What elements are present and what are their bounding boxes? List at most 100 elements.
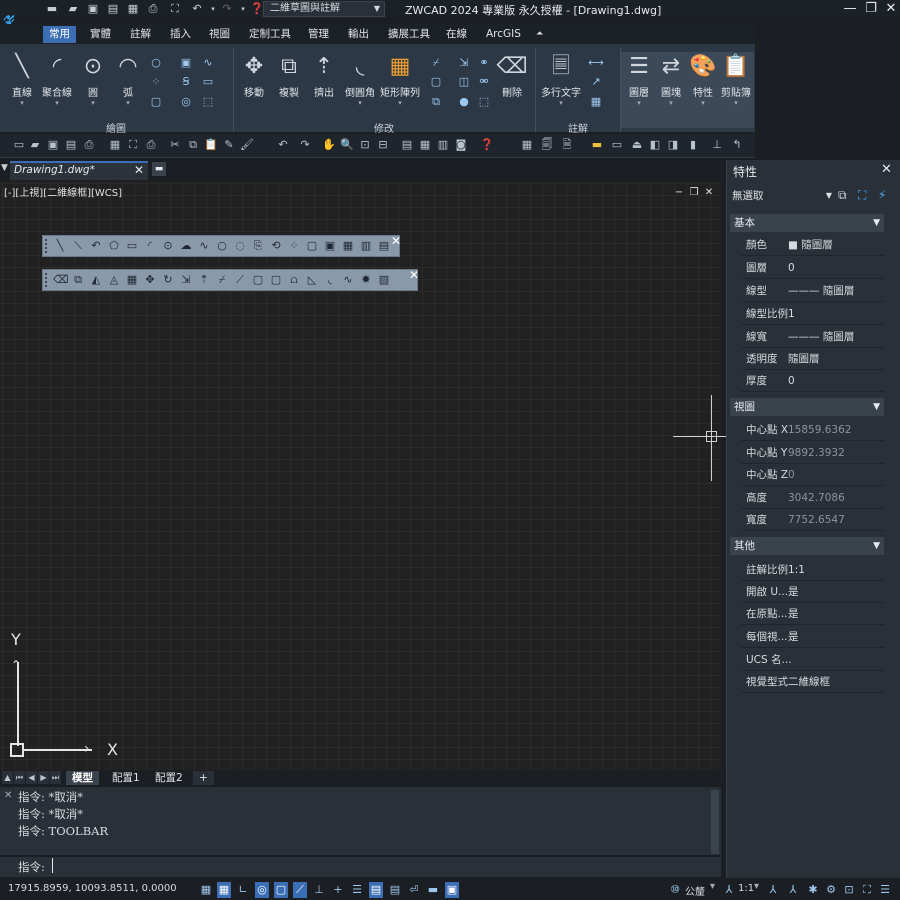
- redo-dropdown-icon[interactable]: ▾: [236, 2, 250, 16]
- move-icon[interactable]: ✥: [143, 273, 157, 287]
- copy-button[interactable]: ⧉ 複製: [269, 52, 309, 99]
- units-label[interactable]: 公釐: [685, 883, 705, 898]
- nav-up-icon[interactable]: ▲: [2, 771, 13, 784]
- revcloud-icon[interactable]: ☁: [179, 239, 193, 253]
- tab-model[interactable]: 模型: [66, 771, 99, 785]
- fillet-button[interactable]: ◟ 倒圓角 ▾: [340, 52, 380, 107]
- settings-gear-icon[interactable]: ⚙: [824, 882, 838, 898]
- workspace-switch-icon[interactable]: ✱: [806, 882, 820, 898]
- restore-viewport-icon[interactable]: ❐: [688, 187, 700, 199]
- workspace-dropdown[interactable]: 二維草圖與註解 ▼: [263, 1, 385, 17]
- chevron-down-icon[interactable]: ▾: [710, 881, 715, 892]
- arc-button[interactable]: ◠ 弧 ▾: [108, 52, 148, 107]
- property-row[interactable]: 厚度 0: [741, 370, 884, 392]
- polygon-icon[interactable]: ⬠: [107, 239, 121, 253]
- property-row[interactable]: 顏色 ■ 隨圖層: [741, 234, 884, 256]
- quick-properties-icon[interactable]: ▤: [388, 882, 402, 898]
- ucs-icon[interactable]: ↰: [730, 137, 744, 153]
- rotate-icon[interactable]: ↻: [161, 273, 175, 287]
- section-general[interactable]: 基本 ▼: [730, 214, 884, 232]
- auto-scale-icon[interactable]: ⅄: [786, 882, 800, 898]
- tab-home[interactable]: 常用: [43, 26, 76, 43]
- section-misc[interactable]: 其他 ▼: [730, 537, 884, 555]
- open-folder-icon[interactable]: ▰: [66, 2, 80, 16]
- layer-walk-icon[interactable]: ⏏: [630, 137, 644, 153]
- stretch-icon[interactable]: ⇲: [456, 55, 472, 71]
- brush-icon[interactable]: 🖌: [240, 137, 254, 153]
- ducs-icon[interactable]: ⊥: [312, 882, 326, 898]
- property-row[interactable]: 高度 3042.7086: [741, 487, 884, 509]
- plot-icon[interactable]: ⎙: [144, 137, 158, 153]
- undo-icon[interactable]: ↶: [190, 2, 204, 16]
- redo-icon[interactable]: ↷: [298, 137, 312, 153]
- gradient-icon[interactable]: ▣: [323, 239, 337, 253]
- units-icon[interactable]: ⑩: [668, 882, 682, 898]
- ellipse-icon[interactable]: ○: [148, 55, 164, 71]
- sheet-set-icon[interactable]: ◙: [454, 137, 468, 153]
- hardware-accel-icon[interactable]: ⊡: [842, 882, 856, 898]
- publish-icon[interactable]: ⛶: [126, 137, 140, 153]
- floating-modify-toolbar[interactable]: ⌫ ⧉ ◭ ◬ ▦ ✥ ↻ ⇲ ⇡ ⌿ ⟋ ▢ ▢ ⩍ ◺ ◟ ∿ ✸ ▧ ✕: [42, 268, 419, 291]
- arc-icon[interactable]: ◜: [143, 239, 157, 253]
- annotation-monitor-icon[interactable]: ▬: [426, 882, 440, 898]
- table-icon[interactable]: ▦: [588, 94, 604, 110]
- property-row[interactable]: 中心點 X 15859.6362: [741, 419, 884, 441]
- open-icon[interactable]: ▰: [28, 137, 42, 153]
- layer-freeze-icon[interactable]: ▮: [686, 137, 700, 153]
- redo-icon[interactable]: ↷: [220, 2, 234, 16]
- layer-previous-icon[interactable]: ▭: [610, 137, 624, 153]
- viewport-label[interactable]: [-][上視][二維線框][WCS]: [4, 184, 122, 199]
- mtext-button[interactable]: 🗏 多行文字 ▾: [538, 52, 584, 107]
- array-button[interactable]: ▦ 矩形陣列 ▾: [380, 52, 420, 107]
- property-row[interactable]: 圖層 0: [741, 257, 884, 279]
- toolbar-grip[interactable]: [45, 239, 49, 253]
- property-row[interactable]: 線型比例 1: [741, 303, 884, 325]
- tab-menu-icon[interactable]: ▼: [1, 163, 8, 173]
- explode-icon[interactable]: ✸: [359, 273, 373, 287]
- osnap-icon[interactable]: ▢: [274, 882, 288, 898]
- nav-prev-icon[interactable]: ◀: [26, 771, 37, 784]
- tab-insert[interactable]: 插入: [164, 26, 197, 43]
- erase-button[interactable]: ⌫ 刪除: [492, 52, 532, 99]
- undo-dropdown-icon[interactable]: ▾: [206, 2, 220, 16]
- print-icon[interactable]: ⎙: [146, 2, 160, 16]
- select-objects-icon[interactable]: ⛶: [858, 188, 866, 203]
- tab-layout1[interactable]: 配置1: [106, 771, 146, 785]
- coordinate-readout[interactable]: 17915.8959, 10093.8511, 0.0000: [8, 883, 177, 894]
- scale-icon[interactable]: ⇲: [179, 273, 193, 287]
- ribbon-minimize-icon[interactable]: ⏶: [530, 26, 549, 43]
- grid-icon[interactable]: ▦: [199, 882, 213, 898]
- minimize-button[interactable]: —: [839, 0, 861, 18]
- design-center-icon[interactable]: ▦: [418, 137, 432, 153]
- break-icon[interactable]: ▢: [269, 273, 283, 287]
- quick-select-icon[interactable]: ⚡: [878, 188, 886, 202]
- zoom-previous-icon[interactable]: ⊟: [376, 137, 390, 153]
- tab-annotate[interactable]: 註解: [124, 26, 157, 43]
- plot-icon[interactable]: ▦: [126, 2, 140, 16]
- close-button[interactable]: ✕: [880, 0, 900, 18]
- mirror-icon[interactable]: ◫: [456, 74, 472, 90]
- tab-extensions[interactable]: 擴展工具: [382, 26, 436, 43]
- lineweight-icon[interactable]: ☰: [350, 882, 364, 898]
- tab-view[interactable]: 視圖: [203, 26, 236, 43]
- trim-icon[interactable]: ⌿: [428, 55, 444, 71]
- annotation-scale-icon[interactable]: ⅄: [722, 882, 736, 898]
- nav-last-icon[interactable]: ⏭: [50, 771, 61, 784]
- command-input[interactable]: [0, 857, 721, 877]
- stretch-icon[interactable]: ⇡: [197, 273, 211, 287]
- donut-icon[interactable]: ◎: [178, 94, 194, 110]
- line-button[interactable]: ╲ 直線 ▾: [2, 52, 42, 107]
- boundary-icon[interactable]: ⬚: [200, 94, 216, 110]
- revcloud-icon[interactable]: Ꞩ: [178, 74, 194, 90]
- layer-icon[interactable]: ▬: [590, 137, 604, 153]
- close-icon[interactable]: ✕: [134, 163, 144, 177]
- save-as-icon[interactable]: ▤: [64, 137, 78, 153]
- undo-icon[interactable]: ↶: [276, 137, 290, 153]
- layer-iso-icon[interactable]: ◧: [648, 137, 662, 153]
- trim-icon[interactable]: ⌿: [215, 273, 229, 287]
- pan-icon[interactable]: ✋: [322, 137, 336, 153]
- blocks-button[interactable]: ⇄ 圖塊 ▾: [654, 52, 688, 128]
- hatch-icon[interactable]: ▢: [148, 94, 164, 110]
- copy-clip-icon[interactable]: ⧉: [186, 137, 200, 153]
- tab-customize[interactable]: 定制工具: [243, 26, 297, 43]
